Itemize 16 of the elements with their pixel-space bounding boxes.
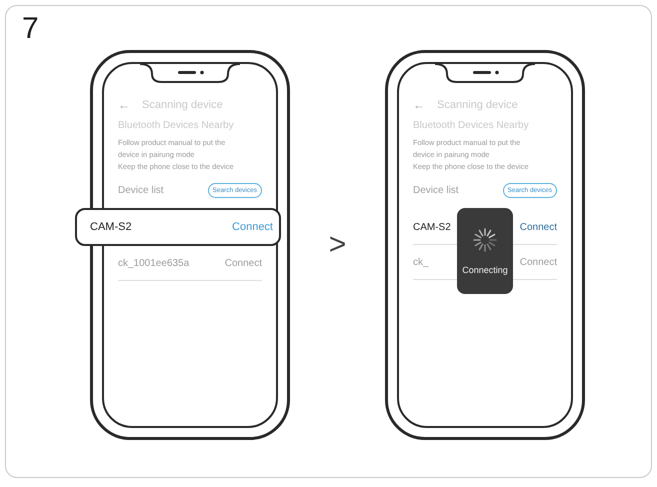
list-label: Device list [413,185,459,196]
device-name: CAM-S2 [413,222,451,232]
connect-button[interactable]: Connect [224,258,262,268]
connect-button[interactable]: Connect [232,221,273,233]
next-arrow: > [328,228,348,262]
list-label: Device list [118,185,164,196]
step-number: 7 [22,14,40,44]
back-button[interactable]: ← [118,98,130,112]
device-name: ck_ [413,256,429,268]
back-button[interactable]: ← [413,98,425,112]
connect-button[interactable]: Connect [520,256,557,268]
device-name: ck_1001ee635a [118,258,190,268]
connect-button[interactable]: Connect [520,222,557,232]
spinner-icon [472,227,498,253]
device-name: CAM-S2 [90,221,132,233]
toast-text: Connecting [462,265,508,275]
